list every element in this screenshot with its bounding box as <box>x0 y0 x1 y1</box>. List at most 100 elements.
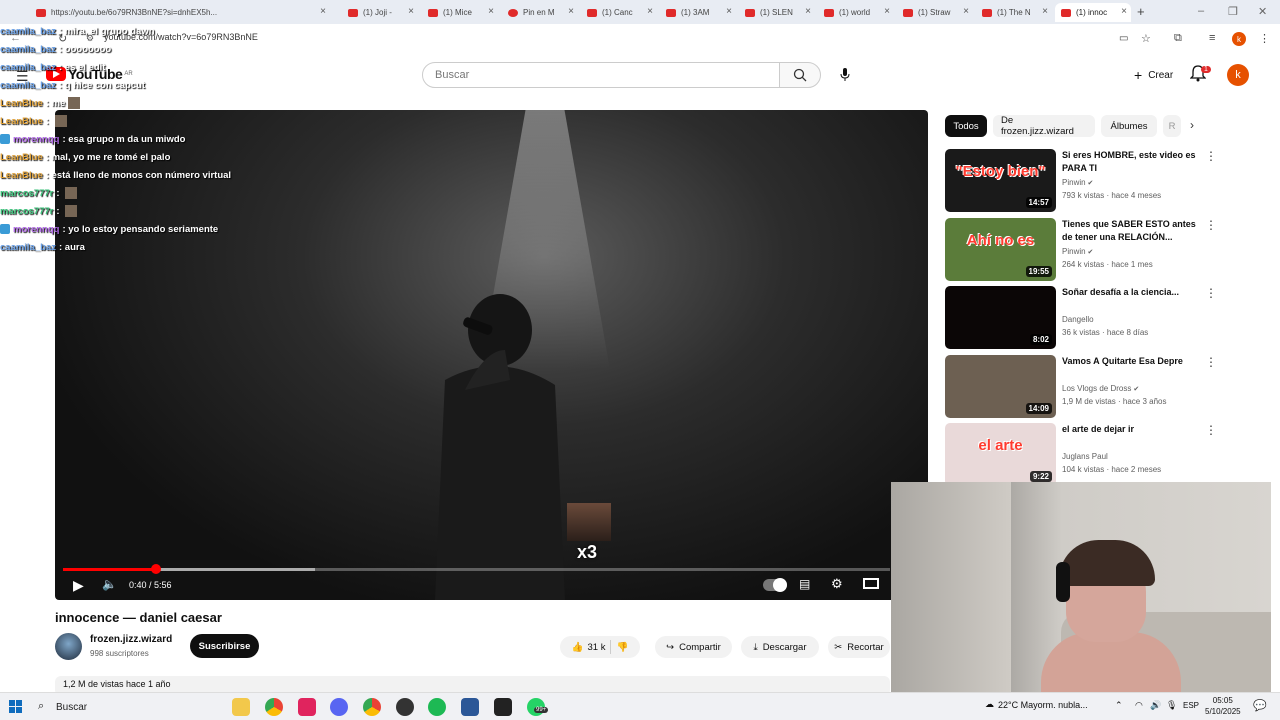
recommendation-channel[interactable]: Juglans Paul <box>1062 452 1108 461</box>
close-tab-icon[interactable]: × <box>568 6 574 17</box>
theater-mode-icon[interactable] <box>863 578 879 589</box>
recommendation-channel[interactable]: Pinwin ✔ <box>1062 178 1093 187</box>
account-avatar[interactable]: k <box>1227 64 1249 86</box>
recommendation-thumbnail[interactable]: el arte 9:22 <box>945 423 1056 486</box>
tab-pinterest[interactable]: Pin en M × <box>502 3 578 22</box>
more-options-icon[interactable]: ⋮ <box>1205 423 1217 437</box>
tab-straw[interactable]: (1) Straw × <box>897 3 973 22</box>
more-options-icon[interactable]: ⋮ <box>1205 355 1217 369</box>
download-button[interactable]: ⤓ Descargar <box>741 636 819 658</box>
play-icon[interactable]: ▶ <box>73 577 84 594</box>
browser-menu-icon[interactable]: ⋮ <box>1259 32 1270 45</box>
capcut-icon[interactable] <box>494 698 512 716</box>
recommendation-title[interactable]: Soñar desafía a la ciencia... <box>1062 286 1202 299</box>
autoplay-toggle[interactable] <box>763 578 787 592</box>
close-tab-icon[interactable]: × <box>963 6 969 17</box>
chip-from-channel[interactable]: De frozen.jizz.wizard <box>993 115 1095 137</box>
recommendation-item[interactable]: 14:09 Vamos A Quitarte Esa Depre Los Vlogs… <box>945 354 1270 419</box>
bookmark-star-icon[interactable]: ☆ <box>1141 32 1151 45</box>
recommendation-title[interactable]: Tienes que SABER ESTO antes de tener una… <box>1062 218 1202 244</box>
clip-button[interactable]: ✂ Recortar <box>828 636 890 658</box>
app-window-icon[interactable] <box>461 698 479 716</box>
profile-avatar[interactable]: k <box>1232 32 1246 46</box>
clock[interactable]: 05:05 5/10/2025 <box>1205 695 1241 717</box>
recommendation-item[interactable]: "Estoy bien" 14:57 Si eres HOMBRE, este vi… <box>945 149 1270 213</box>
close-tab-icon[interactable]: × <box>488 6 494 17</box>
discord-icon[interactable] <box>330 698 348 716</box>
voice-search-button[interactable] <box>832 62 858 88</box>
subtitles-icon[interactable]: ▤ <box>799 577 810 591</box>
recommendation-thumbnail[interactable]: Ahí no es 19:55 <box>945 217 1056 281</box>
search-input[interactable]: Buscar <box>422 62 780 88</box>
scrubber-handle[interactable] <box>150 564 161 574</box>
windows-start-icon[interactable] <box>9 700 22 713</box>
close-tab-icon[interactable]: × <box>1121 6 1127 17</box>
recommendation-item[interactable]: Ahí no es 19:55 Tienes que SABER ESTO ante… <box>945 217 1270 282</box>
tab-url-preview[interactable]: https://youtu.be/6o79RN3BnNE?si=dnhEX5h.… <box>30 3 330 22</box>
close-tab-icon[interactable]: × <box>1042 6 1048 17</box>
recommendation-thumbnail[interactable]: "Estoy bien" 14:57 <box>945 149 1056 212</box>
chrome-icon[interactable] <box>265 698 283 716</box>
tab-canc[interactable]: (1) Canc × <box>581 3 657 22</box>
like-button[interactable]: 👍 31 k <box>572 642 606 653</box>
close-tab-icon[interactable]: × <box>805 6 811 17</box>
wifi-icon[interactable]: ◠ <box>1135 700 1143 711</box>
volume-icon[interactable]: 🔈 <box>102 577 117 591</box>
tab-the-n[interactable]: (1) The N × <box>976 3 1052 22</box>
obs-icon[interactable] <box>396 698 414 716</box>
maximize-icon[interactable]: ❐ <box>1228 5 1238 18</box>
tab-innocence-active[interactable]: (1) innoc × <box>1055 3 1131 22</box>
recommendation-thumbnail[interactable]: 14:09 <box>945 354 1056 418</box>
new-tab-button[interactable]: + <box>1137 4 1145 19</box>
settings-gear-icon[interactable]: ⚙ <box>831 576 843 592</box>
tab-joji[interactable]: (1) Joji - × <box>342 3 418 22</box>
close-tab-icon[interactable]: × <box>647 6 653 17</box>
chevron-right-icon[interactable]: › <box>1190 118 1194 132</box>
recommendation-item[interactable]: 8:02 Soñar desafía a la ciencia... Dangell… <box>945 286 1270 350</box>
language-indicator[interactable]: ESP <box>1183 701 1199 710</box>
extensions-icon[interactable]: ⧉ <box>1174 32 1182 45</box>
search-button[interactable] <box>779 62 821 88</box>
channel-avatar[interactable] <box>55 633 82 660</box>
close-tab-icon[interactable]: × <box>408 6 414 17</box>
notifications-tray-icon[interactable]: 💬 <box>1253 699 1267 712</box>
tiktok-icon[interactable] <box>298 698 316 716</box>
recommendation-channel[interactable]: Pinwin ✔ <box>1062 247 1093 256</box>
spotify-icon[interactable] <box>428 698 446 716</box>
speaker-icon[interactable]: 🔊 <box>1150 700 1161 711</box>
recommendation-title[interactable]: Vamos A Quitarte Esa Depre <box>1062 355 1202 368</box>
create-button[interactable]: + Crear <box>1124 62 1183 88</box>
recommendation-thumbnail[interactable]: 8:02 <box>945 286 1056 349</box>
tab-mice[interactable]: (1) Mice × <box>422 3 498 22</box>
more-options-icon[interactable]: ⋮ <box>1205 218 1217 232</box>
channel-name[interactable]: frozen.jizz.wizard <box>90 634 172 645</box>
more-options-icon[interactable]: ⋮ <box>1205 149 1217 163</box>
recommendation-item[interactable]: el arte 9:22 el arte de dejar ir Juglans Pa… <box>945 423 1270 487</box>
subscribe-button[interactable]: Suscribirse <box>190 634 259 658</box>
recommendation-title[interactable]: Si eres HOMBRE, este video es PARA TI <box>1062 149 1202 175</box>
chip-all[interactable]: Todos <box>945 115 987 137</box>
tab-3am[interactable]: (1) 3AM × <box>660 3 736 22</box>
chip-albums[interactable]: Álbumes <box>1101 115 1157 137</box>
tray-chevron-icon[interactable]: ⌃ <box>1115 700 1123 711</box>
chip-partial[interactable]: R <box>1163 115 1181 137</box>
weather-widget[interactable]: ☁ 22°C Mayorm. nubla... <box>985 699 1088 710</box>
dislike-button[interactable]: 👎 <box>616 642 628 653</box>
recommendation-channel[interactable]: Los Vlogs de Dross ✔ <box>1062 384 1139 393</box>
close-window-icon[interactable]: ✕ <box>1258 5 1267 18</box>
tab-slen[interactable]: (1) SLEN × <box>739 3 815 22</box>
tab-world[interactable]: (1) world × <box>818 3 894 22</box>
chrome-profile-icon[interactable] <box>363 698 381 716</box>
minimize-icon[interactable]: – <box>1198 5 1204 17</box>
close-tab-icon[interactable]: × <box>726 6 732 17</box>
share-button[interactable]: ↪ Compartir <box>655 636 732 658</box>
more-options-icon[interactable]: ⋮ <box>1205 286 1217 300</box>
mic-tray-icon[interactable]: 🎙 <box>1166 700 1177 711</box>
cast-icon[interactable]: ▭ <box>1119 33 1128 44</box>
close-tab-icon[interactable]: × <box>884 6 890 17</box>
close-tab-icon[interactable]: × <box>320 6 326 17</box>
recommendation-channel[interactable]: Dangello <box>1062 315 1094 324</box>
taskbar-search[interactable]: ⌕ Buscar <box>30 697 210 717</box>
recommendation-title[interactable]: el arte de dejar ir <box>1062 423 1202 436</box>
file-explorer-icon[interactable] <box>232 698 250 716</box>
